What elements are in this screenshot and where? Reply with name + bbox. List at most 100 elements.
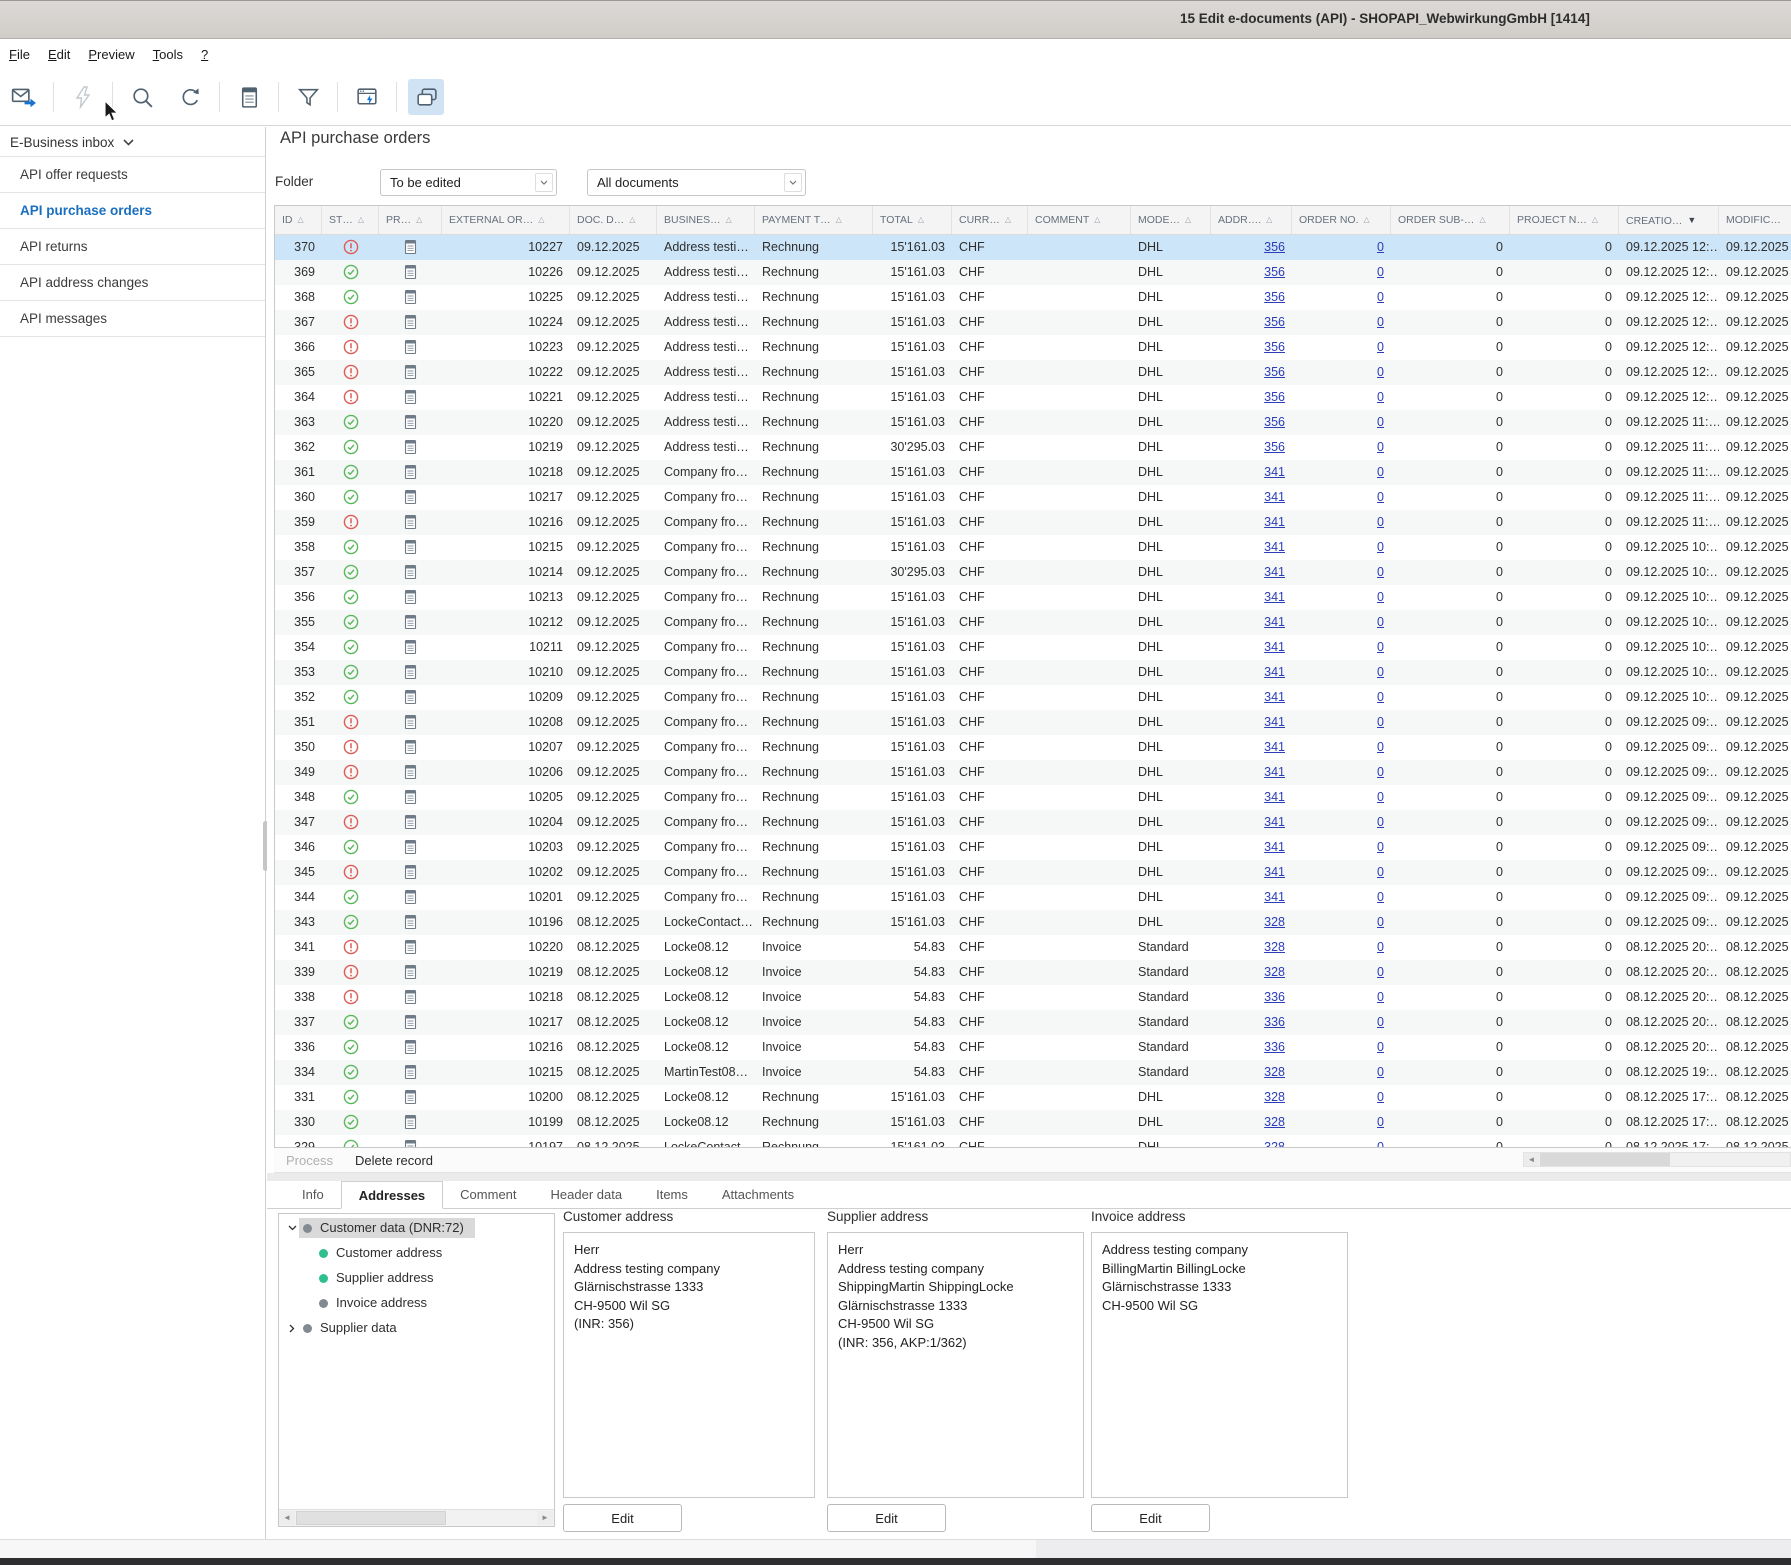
table-row[interactable]: 3451020209.12.2025Company fro…Rechnung15… xyxy=(275,860,1791,885)
address-link[interactable]: 341 xyxy=(1264,615,1285,629)
column-header[interactable]: EXTERNAL OR…△ xyxy=(442,206,570,234)
search-button[interactable] xyxy=(124,79,160,115)
order-no-link[interactable]: 0 xyxy=(1377,590,1384,604)
address-link[interactable]: 356 xyxy=(1264,390,1285,404)
address-link[interactable]: 356 xyxy=(1264,340,1285,354)
window-stack-button-active[interactable] xyxy=(408,79,444,115)
scrollbar-thumb[interactable] xyxy=(296,1511,446,1525)
tab-info[interactable]: Info xyxy=(285,1181,341,1208)
address-link[interactable]: 356 xyxy=(1264,365,1285,379)
column-header[interactable]: CREATIO…▼ xyxy=(1619,206,1719,234)
table-row[interactable]: 3531021009.12.2025Company fro…Rechnung15… xyxy=(275,660,1791,685)
column-header[interactable]: ID△ xyxy=(275,206,322,234)
address-link[interactable]: 341 xyxy=(1264,765,1285,779)
column-header[interactable]: ORDER NO.△ xyxy=(1292,206,1391,234)
address-link[interactable]: 341 xyxy=(1264,465,1285,479)
address-link[interactable]: 341 xyxy=(1264,590,1285,604)
address-link[interactable]: 336 xyxy=(1264,1040,1285,1054)
table-row[interactable]: 3511020809.12.2025Company fro…Rechnung15… xyxy=(275,710,1791,735)
table-row[interactable]: 3661022309.12.2025Address testi…Rechnung… xyxy=(275,335,1791,360)
table-row[interactable]: 3571021409.12.2025Company fro…Rechnung30… xyxy=(275,560,1791,585)
order-no-link[interactable]: 0 xyxy=(1377,540,1384,554)
table-row[interactable]: 3601021709.12.2025Company fro…Rechnung15… xyxy=(275,485,1791,510)
table-row[interactable]: 3501020709.12.2025Company fro…Rechnung15… xyxy=(275,735,1791,760)
order-no-link[interactable]: 0 xyxy=(1377,415,1384,429)
order-no-link[interactable]: 0 xyxy=(1377,365,1384,379)
order-no-link[interactable]: 0 xyxy=(1377,790,1384,804)
refresh-button[interactable] xyxy=(172,79,208,115)
table-row[interactable]: 3641022109.12.2025Address testi…Rechnung… xyxy=(275,385,1791,410)
title-bar[interactable]: 15 Edit e-documents (API) - SHOPAPI_Webw… xyxy=(0,1,1791,39)
table-row[interactable]: 3541021109.12.2025Company fro…Rechnung15… xyxy=(275,635,1791,660)
column-header[interactable]: COMMENT△ xyxy=(1028,206,1131,234)
table-row[interactable]: 3521020909.12.2025Company fro…Rechnung15… xyxy=(275,685,1791,710)
table-row[interactable]: 3691022609.12.2025Address testi…Rechnung… xyxy=(275,260,1791,285)
table-row[interactable]: 3291019708.12.2025LockeContact…Rechnung1… xyxy=(275,1135,1791,1148)
order-no-link[interactable]: 0 xyxy=(1377,990,1384,1004)
menu-item-tools[interactable]: Tools xyxy=(144,47,192,62)
address-link[interactable]: 356 xyxy=(1264,240,1285,254)
column-header[interactable]: ORDER SUB-…△ xyxy=(1391,206,1510,234)
address-link[interactable]: 341 xyxy=(1264,690,1285,704)
sidebar-item-api-offer-requests[interactable]: API offer requests xyxy=(0,157,265,193)
table-row[interactable]: 3581021509.12.2025Company fro…Rechnung15… xyxy=(275,535,1791,560)
order-no-link[interactable]: 0 xyxy=(1377,840,1384,854)
tree-item-customer-address[interactable]: Customer address xyxy=(279,1242,554,1264)
address-link[interactable]: 341 xyxy=(1264,540,1285,554)
address-link[interactable]: 341 xyxy=(1264,740,1285,754)
order-no-link[interactable]: 0 xyxy=(1377,1115,1384,1129)
order-no-link[interactable]: 0 xyxy=(1377,890,1384,904)
column-header[interactable]: MODIFIC… xyxy=(1719,206,1791,234)
order-no-link[interactable]: 0 xyxy=(1377,965,1384,979)
address-link[interactable]: 341 xyxy=(1264,890,1285,904)
address-link[interactable]: 328 xyxy=(1264,1140,1285,1148)
order-no-link[interactable]: 0 xyxy=(1377,915,1384,929)
table-row[interactable]: 3631022009.12.2025Address testi…Rechnung… xyxy=(275,410,1791,435)
report-button[interactable] xyxy=(231,79,267,115)
column-header[interactable]: CURR…△ xyxy=(952,206,1028,234)
tree-item-supplier-address[interactable]: Supplier address xyxy=(279,1267,554,1289)
address-link[interactable]: 356 xyxy=(1264,290,1285,304)
tab-items[interactable]: Items xyxy=(639,1181,705,1208)
address-link[interactable]: 328 xyxy=(1264,965,1285,979)
menu-item-file[interactable]: File xyxy=(0,47,39,62)
address-link[interactable]: 341 xyxy=(1264,665,1285,679)
address-link[interactable]: 356 xyxy=(1264,415,1285,429)
column-header[interactable]: MODE…△ xyxy=(1131,206,1211,234)
window-action-button[interactable] xyxy=(349,79,385,115)
address-link[interactable]: 336 xyxy=(1264,1015,1285,1029)
table-row[interactable]: 3381021808.12.2025Locke08.12Invoice54.83… xyxy=(275,985,1791,1010)
address-link[interactable]: 328 xyxy=(1264,1090,1285,1104)
sidebar-item-api-returns[interactable]: API returns xyxy=(0,229,265,265)
address-link[interactable]: 356 xyxy=(1264,440,1285,454)
tree-item-invoice-address[interactable]: Invoice address xyxy=(279,1292,554,1314)
sidebar-item-api-purchase-orders[interactable]: API purchase orders xyxy=(0,193,265,229)
table-horizontal-scrollbar[interactable]: ◄ xyxy=(1523,1152,1791,1167)
table-row[interactable]: 3341021508.12.2025MartinTest08…Invoice54… xyxy=(275,1060,1791,1085)
column-header[interactable]: BUSINES…△ xyxy=(657,206,755,234)
menu-item-[interactable]: ? xyxy=(192,47,217,62)
table-row[interactable]: 3561021309.12.2025Company fro…Rechnung15… xyxy=(275,585,1791,610)
scroll-left-arrow-icon[interactable]: ◄ xyxy=(1524,1153,1539,1166)
address-link[interactable]: 341 xyxy=(1264,790,1285,804)
table-row[interactable]: 3491020609.12.2025Company fro…Rechnung15… xyxy=(275,760,1791,785)
chevron-right-icon[interactable] xyxy=(289,1324,295,1333)
order-no-link[interactable]: 0 xyxy=(1377,490,1384,504)
table-row[interactable]: 3411022008.12.2025Locke08.12Invoice54.83… xyxy=(275,935,1791,960)
order-no-link[interactable]: 0 xyxy=(1377,1090,1384,1104)
order-no-link[interactable]: 0 xyxy=(1377,740,1384,754)
chevron-down-icon[interactable] xyxy=(288,1225,297,1231)
order-no-link[interactable]: 0 xyxy=(1377,865,1384,879)
address-link[interactable]: 341 xyxy=(1264,840,1285,854)
filter-button[interactable] xyxy=(290,79,326,115)
tree-item-supplier-data[interactable]: Supplier data xyxy=(279,1317,554,1339)
tab-comment[interactable]: Comment xyxy=(443,1181,533,1208)
column-header[interactable]: PAYMENT T…△ xyxy=(755,206,873,234)
order-no-link[interactable]: 0 xyxy=(1377,715,1384,729)
order-no-link[interactable]: 0 xyxy=(1377,765,1384,779)
delete-record-button[interactable]: Delete record xyxy=(355,1153,433,1168)
menu-item-preview[interactable]: Preview xyxy=(79,47,143,62)
column-header[interactable]: PROJECT N…△ xyxy=(1510,206,1619,234)
scroll-left-arrow-icon[interactable]: ◄ xyxy=(279,1511,295,1525)
table-row[interactable]: 3391021908.12.2025Locke08.12Invoice54.83… xyxy=(275,960,1791,985)
